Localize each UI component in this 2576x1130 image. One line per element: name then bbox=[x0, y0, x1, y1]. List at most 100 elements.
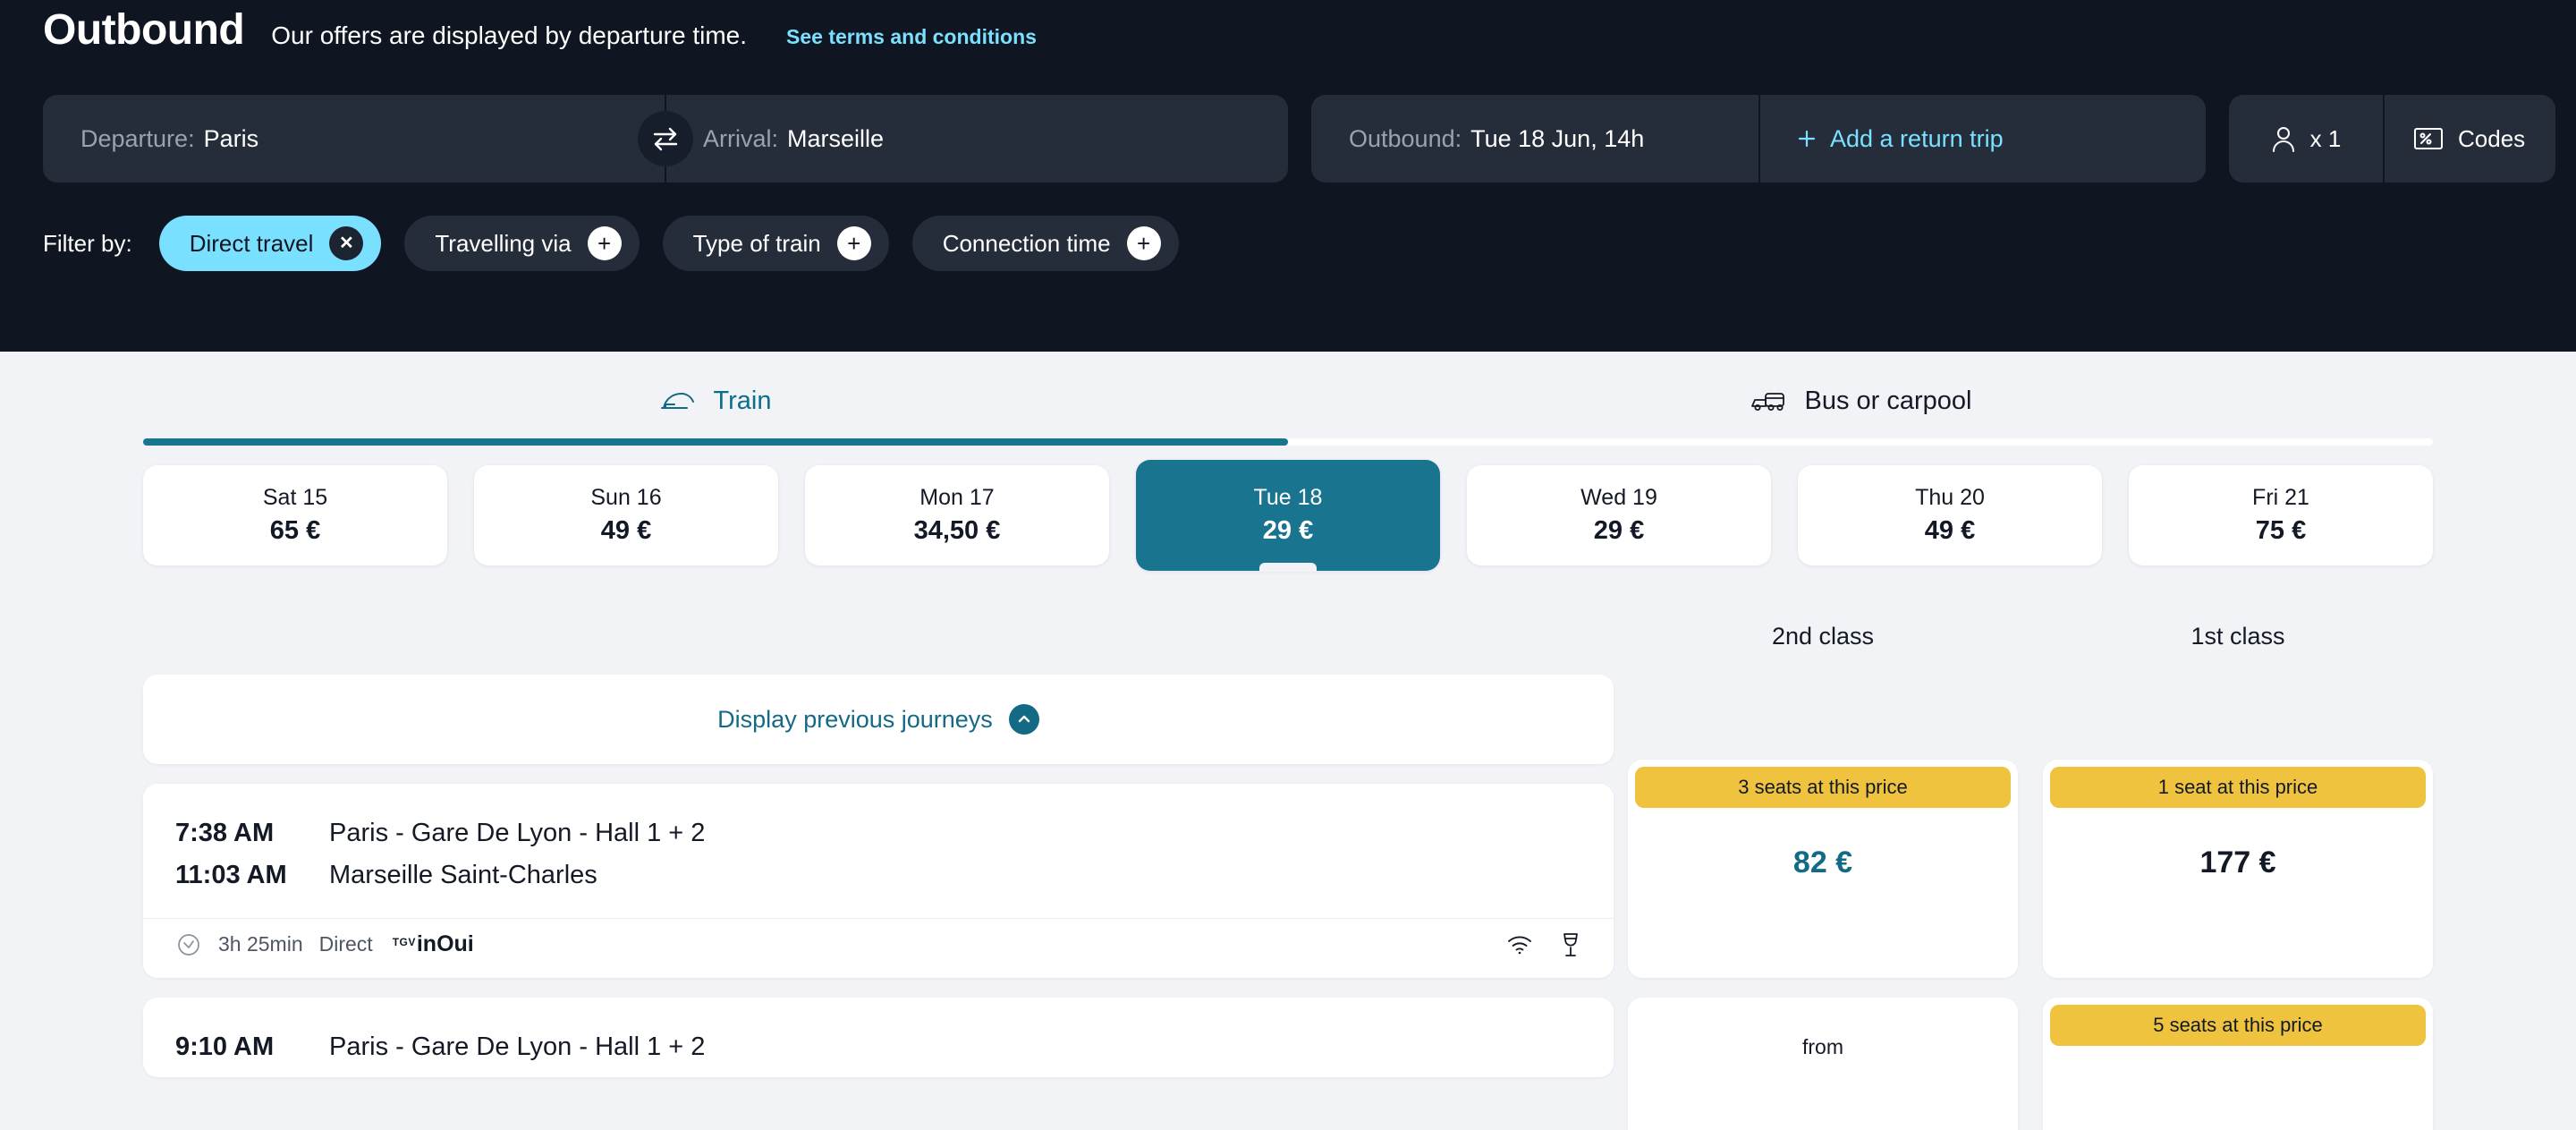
plus-icon[interactable]: + bbox=[1126, 226, 1161, 260]
results-area: Display previous journeys 7:38 AM Paris … bbox=[143, 623, 2433, 1130]
price-column-1st-class: 1st class 1 seat at this price 177 € 5 s… bbox=[2043, 623, 2433, 1130]
seats-badge: 3 seats at this price bbox=[1635, 767, 2011, 808]
transport-mode-tabs: Train Bus or carpool bbox=[143, 352, 2433, 446]
date-card-mon-17[interactable]: Mon 17 34,50 € bbox=[805, 465, 1109, 565]
seats-badge: 5 seats at this price bbox=[2050, 1005, 2426, 1046]
filter-row: Filter by: Direct travel ✕ Travelling vi… bbox=[43, 213, 2533, 274]
plus-icon[interactable]: + bbox=[836, 226, 871, 260]
filter-chip-label: Travelling via bbox=[435, 229, 572, 257]
filter-chip-connection-time[interactable]: Connection time + bbox=[911, 216, 1179, 271]
journey-list: Display previous journeys 7:38 AM Paris … bbox=[143, 623, 1614, 1077]
origin-destination-group: Departure: Paris Arrival: Marseille bbox=[43, 95, 1288, 183]
arrival-value: Marseille bbox=[787, 124, 885, 152]
price-card-1st-journey-1[interactable]: 1 seat at this price 177 € bbox=[2043, 760, 2433, 978]
swap-arrows-icon[interactable] bbox=[638, 111, 693, 166]
tgv-logo-text: TGV bbox=[392, 936, 416, 949]
tab-bus-label: Bus or carpool bbox=[1804, 387, 1972, 415]
date-card-wed-19[interactable]: Wed 19 29 € bbox=[1467, 465, 1771, 565]
date-card-sat-15[interactable]: Sat 15 65 € bbox=[143, 465, 447, 565]
person-icon bbox=[2271, 124, 2296, 153]
date-card-thu-20[interactable]: Thu 20 49 € bbox=[1798, 465, 2102, 565]
filter-chip-type-of-train[interactable]: Type of train + bbox=[662, 216, 889, 271]
journey-arrival-line: 11:03 AM Marseille Saint-Charles bbox=[175, 854, 1581, 896]
date-card-fri-21[interactable]: Fri 21 75 € bbox=[2129, 465, 2433, 565]
wifi-icon bbox=[1506, 934, 1533, 956]
date-card-day: Sat 15 bbox=[262, 485, 328, 510]
display-previous-journeys-label: Display previous journeys bbox=[717, 705, 993, 733]
filter-chip-direct-travel[interactable]: Direct travel ✕ bbox=[158, 216, 382, 271]
add-return-trip-button[interactable]: Add a return trip bbox=[1758, 95, 2206, 183]
clock-icon bbox=[175, 931, 202, 958]
seats-badge: 1 seat at this price bbox=[2050, 767, 2426, 808]
search-header: Outbound Our offers are displayed by dep… bbox=[0, 0, 2576, 352]
outbound-value: Tue 18 Jun, 14h bbox=[1470, 124, 1645, 152]
tab-train[interactable]: Train bbox=[143, 352, 1288, 446]
date-card-day: Fri 21 bbox=[2252, 485, 2309, 510]
date-card-day: Mon 17 bbox=[919, 485, 995, 510]
date-card-sun-16[interactable]: Sun 16 49 € bbox=[474, 465, 778, 565]
codes-label: Codes bbox=[2458, 124, 2526, 152]
date-card-tue-18[interactable]: Tue 18 29 € bbox=[1136, 460, 1440, 571]
departure-label: Departure: bbox=[80, 124, 195, 152]
options-group: x 1 Codes bbox=[2229, 95, 2556, 183]
header-title-row: Outbound Our offers are displayed by dep… bbox=[43, 0, 2533, 77]
date-card-day: Sun 16 bbox=[590, 485, 662, 510]
journey-arrival-time: 11:03 AM bbox=[175, 860, 287, 889]
tab-bus-or-carpool[interactable]: Bus or carpool bbox=[1288, 352, 2433, 446]
date-divider bbox=[1758, 95, 1760, 183]
filter-by-label: Filter by: bbox=[43, 229, 132, 257]
outbound-date-field[interactable]: Outbound: Tue 18 Jun, 14h bbox=[1311, 95, 1758, 183]
journey-departure-station: Paris - Gare De Lyon - Hall 1 + 2 bbox=[329, 819, 706, 847]
journey-departure-time: 7:38 AM bbox=[175, 819, 275, 847]
departure-field[interactable]: Departure: Paris bbox=[43, 95, 665, 183]
passengers-button[interactable]: x 1 bbox=[2229, 95, 2383, 183]
journey-times: 7:38 AM Paris - Gare De Lyon - Hall 1 + … bbox=[143, 784, 1614, 905]
page-title: Outbound bbox=[43, 6, 245, 54]
price-card-2nd-journey-2[interactable]: from bbox=[1628, 998, 2018, 1130]
date-group: Outbound: Tue 18 Jun, 14h Add a return t… bbox=[1311, 95, 2206, 183]
options-divider bbox=[2383, 95, 2385, 183]
date-card-day: Thu 20 bbox=[1915, 485, 1985, 510]
journey-amenities bbox=[1506, 931, 1581, 958]
chevron-up-icon[interactable] bbox=[1008, 704, 1039, 735]
date-card-price: 75 € bbox=[2255, 516, 2307, 545]
price-from-label: from bbox=[1802, 1035, 1843, 1058]
price-value: 82 € bbox=[1792, 845, 1853, 879]
train-icon bbox=[660, 390, 696, 413]
plus-icon[interactable]: + bbox=[587, 226, 622, 260]
tab-train-label: Train bbox=[713, 387, 772, 415]
journey-row[interactable]: 7:38 AM Paris - Gare De Lyon - Hall 1 + … bbox=[143, 784, 1614, 978]
tab-active-underline bbox=[143, 438, 1288, 446]
price-columns: 2nd class 3 seats at this price 82 € fro… bbox=[1628, 623, 2433, 1130]
page-subtitle: Our offers are displayed by departure ti… bbox=[271, 21, 748, 49]
arrival-field[interactable]: Arrival: Marseille bbox=[665, 95, 1288, 183]
search-bar: Departure: Paris Arrival: Marseille Outb… bbox=[43, 95, 2556, 183]
filter-chip-label: Type of train bbox=[692, 229, 821, 257]
percent-card-icon bbox=[2413, 126, 2444, 151]
journey-departure-line: 9:10 AM Paris - Gare De Lyon - Hall 1 + … bbox=[175, 1026, 1581, 1068]
journey-times: 9:10 AM Paris - Gare De Lyon - Hall 1 + … bbox=[143, 998, 1614, 1077]
journey-departure-line: 7:38 AM Paris - Gare De Lyon - Hall 1 + … bbox=[175, 812, 1581, 854]
filter-chip-travelling-via[interactable]: Travelling via + bbox=[404, 216, 640, 271]
results-main: Train Bus or carpool Sat 15 65 € Sun 16 … bbox=[0, 352, 2576, 1130]
codes-button[interactable]: Codes bbox=[2383, 95, 2555, 183]
date-card-day: Wed 19 bbox=[1580, 485, 1657, 510]
display-previous-journeys-button[interactable]: Display previous journeys bbox=[143, 675, 1614, 764]
price-card-1st-journey-2[interactable]: 5 seats at this price bbox=[2043, 998, 2433, 1130]
price-card-2nd-journey-1[interactable]: 3 seats at this price 82 € bbox=[1628, 760, 2018, 978]
filter-chip-label: Direct travel bbox=[189, 229, 314, 257]
add-return-trip-label: Add a return trip bbox=[1830, 124, 2004, 152]
journey-direct-label: Direct bbox=[318, 932, 373, 956]
class-header-2nd: 2nd class bbox=[1771, 623, 1875, 650]
date-card-price: 29 € bbox=[1593, 516, 1645, 545]
date-card-price: 34,50 € bbox=[913, 516, 1001, 545]
date-card-price: 49 € bbox=[1924, 516, 1976, 545]
terms-and-conditions-link[interactable]: See terms and conditions bbox=[786, 27, 1037, 47]
close-icon[interactable]: ✕ bbox=[329, 226, 364, 260]
wine-glass-icon bbox=[1560, 931, 1581, 958]
tgv-inoui-logo: TGV inOui bbox=[392, 933, 474, 956]
departure-value: Paris bbox=[203, 124, 259, 152]
journey-arrival-station: Marseille Saint-Charles bbox=[329, 860, 597, 889]
journey-row[interactable]: 9:10 AM Paris - Gare De Lyon - Hall 1 + … bbox=[143, 997, 1614, 1077]
journey-duration: 3h 25min bbox=[218, 932, 303, 956]
